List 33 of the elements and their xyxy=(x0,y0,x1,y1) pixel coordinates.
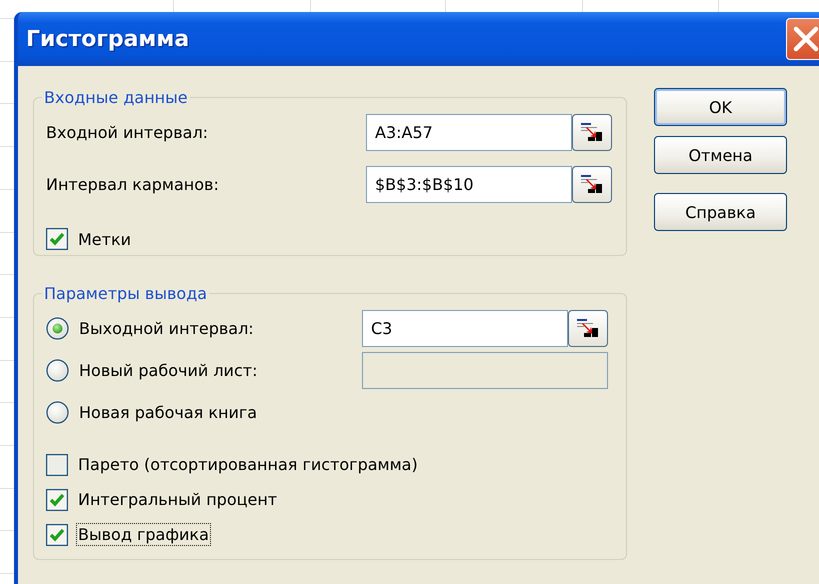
close-button[interactable] xyxy=(786,18,819,60)
checkbox[interactable] xyxy=(46,228,68,250)
close-icon xyxy=(791,24,819,54)
range-select-icon xyxy=(576,318,600,338)
input-field[interactable]: A3:A57 xyxy=(366,114,572,150)
input-field[interactable]: C3 xyxy=(362,310,568,346)
radio-button[interactable] xyxy=(46,358,69,382)
checkbox[interactable] xyxy=(46,488,68,510)
checkbox-label: Парето (отсортированная гистограмма) xyxy=(77,454,419,476)
checkbox-label: Вывод графика xyxy=(76,523,211,546)
range-select-button[interactable] xyxy=(572,166,612,202)
range-select-icon xyxy=(580,174,604,194)
field-label: Входной интервал: xyxy=(46,122,208,142)
dialog-button[interactable]: OK xyxy=(654,88,787,126)
input-field[interactable]: $B$3:$B$10 xyxy=(366,166,572,202)
group-title: Входные данные xyxy=(43,88,189,107)
group-title: Параметры вывода xyxy=(43,284,208,303)
radio-label: Выходной интервал: xyxy=(78,318,255,340)
window-title: Гистограмма xyxy=(26,26,190,52)
dialog-button[interactable]: Отмена xyxy=(654,136,787,174)
dialog-button[interactable]: Справка xyxy=(654,193,787,231)
checkbox-label: Интегральный процент xyxy=(77,489,278,511)
checkbox[interactable] xyxy=(46,454,68,476)
checkbox[interactable] xyxy=(46,524,68,546)
radio-button[interactable] xyxy=(46,316,69,340)
checkbox-label: Метки xyxy=(77,228,132,250)
radio-label: Новый рабочий лист: xyxy=(78,360,258,382)
radio-button[interactable] xyxy=(46,400,69,424)
range-select-button[interactable] xyxy=(568,310,608,346)
field-label: Интервал карманов: xyxy=(46,174,219,194)
range-select-button[interactable] xyxy=(572,114,612,150)
range-select-icon xyxy=(580,122,604,142)
radio-label: Новая рабочая книга xyxy=(78,402,258,424)
